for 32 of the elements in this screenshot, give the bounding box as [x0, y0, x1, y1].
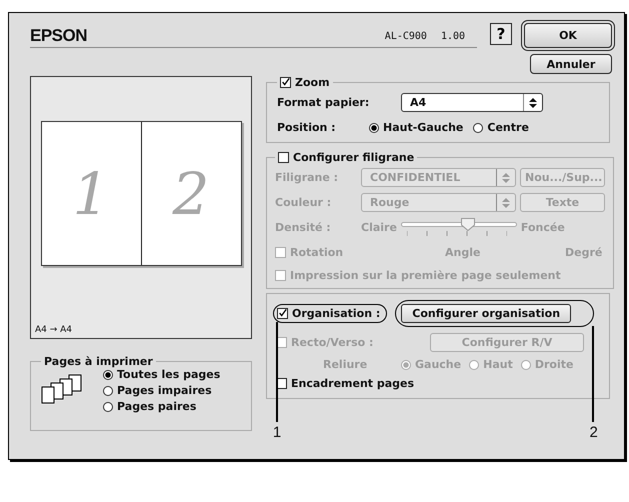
- cancel-button[interactable]: Annuler: [530, 54, 612, 74]
- radio-label[interactable]: Pages paires: [117, 400, 196, 413]
- preview-caption: A4 → A4: [34, 325, 74, 337]
- checkbox-label[interactable]: Organisation :: [292, 307, 380, 320]
- ok-button[interactable]: OK: [524, 23, 612, 48]
- field-label: Degré: [565, 246, 602, 259]
- group-title: Pages à imprimer: [43, 355, 154, 368]
- field-label: Angle: [445, 246, 482, 259]
- callout-number: 2: [590, 424, 598, 441]
- checkbox-label[interactable]: Zoom: [295, 76, 330, 89]
- configure-layout-button[interactable]: Configurer organisation: [401, 304, 572, 323]
- field-label: Reliure: [323, 358, 368, 371]
- radio-label[interactable]: Pages impaires: [117, 384, 212, 397]
- preview-page: 1: [42, 122, 140, 265]
- field-label: Densité :: [275, 220, 332, 234]
- slider-max-label: Foncée: [520, 220, 565, 234]
- field-label: Position :: [277, 121, 337, 134]
- callout-number: 1: [272, 424, 282, 441]
- version-label: 1.00: [440, 30, 466, 42]
- field-label: Couleur :: [275, 196, 332, 209]
- preview-page: 2: [140, 122, 240, 265]
- model-name: AL-C900: [384, 30, 427, 42]
- brand-logo: EPSON: [30, 26, 88, 46]
- paper-size-select[interactable]: A4: [401, 93, 543, 112]
- help-button[interactable]: ?: [490, 23, 512, 45]
- slider-min-label: Claire: [361, 220, 397, 234]
- radio-label[interactable]: Centre: [487, 121, 529, 134]
- field-label: Filigrane :: [275, 171, 340, 184]
- checkbox-label[interactable]: Encadrement pages: [291, 377, 414, 390]
- field-label: Format papier:: [277, 96, 370, 109]
- radio-label[interactable]: Haut-Gauche: [383, 121, 464, 134]
- radio-label[interactable]: Toutes les pages: [117, 368, 220, 381]
